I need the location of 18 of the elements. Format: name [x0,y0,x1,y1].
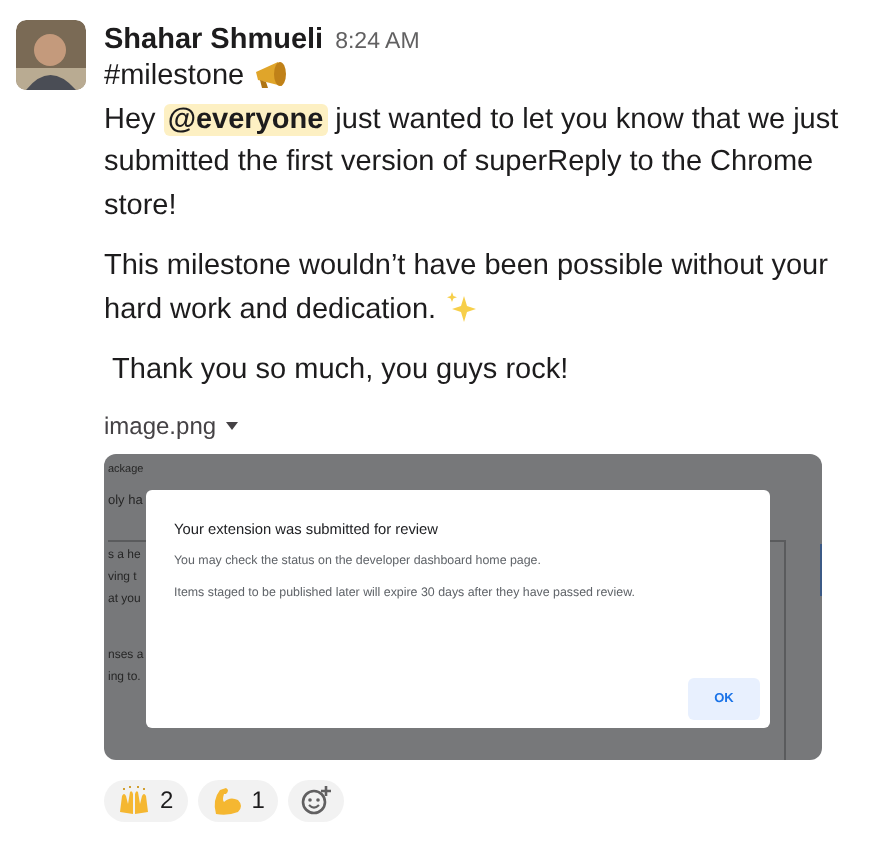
reaction-button[interactable]: 2 [104,779,188,821]
flexed-biceps-icon [209,784,244,816]
file-name[interactable]: image.png [104,411,217,439]
message-text: This milestone wouldn’t have been possible without your hard work and dedication. [104,248,830,329]
screenshot-image[interactable] [104,453,822,759]
sparkles-icon [444,289,479,323]
add-reaction-button[interactable] [288,779,345,821]
megaphone-icon [252,58,289,90]
add-emoji-icon [300,784,333,816]
caret-icon [226,421,239,429]
channel-tag: #milestone [104,56,870,99]
raised-hands-icon [116,784,152,816]
author-name[interactable]: Shahar Shmueli [104,24,324,56]
mention-link[interactable]: @everyone [163,103,328,135]
message-text: Thank you so much, you guys rock! [110,352,571,390]
timestamp[interactable]: 8:24 AM [335,30,420,54]
reaction-button[interactable]: 1 [197,779,279,821]
message-text: Hey @everyone just wanted to let you know that we just submitted the first version of superReply to the Chrome store! [104,101,841,225]
